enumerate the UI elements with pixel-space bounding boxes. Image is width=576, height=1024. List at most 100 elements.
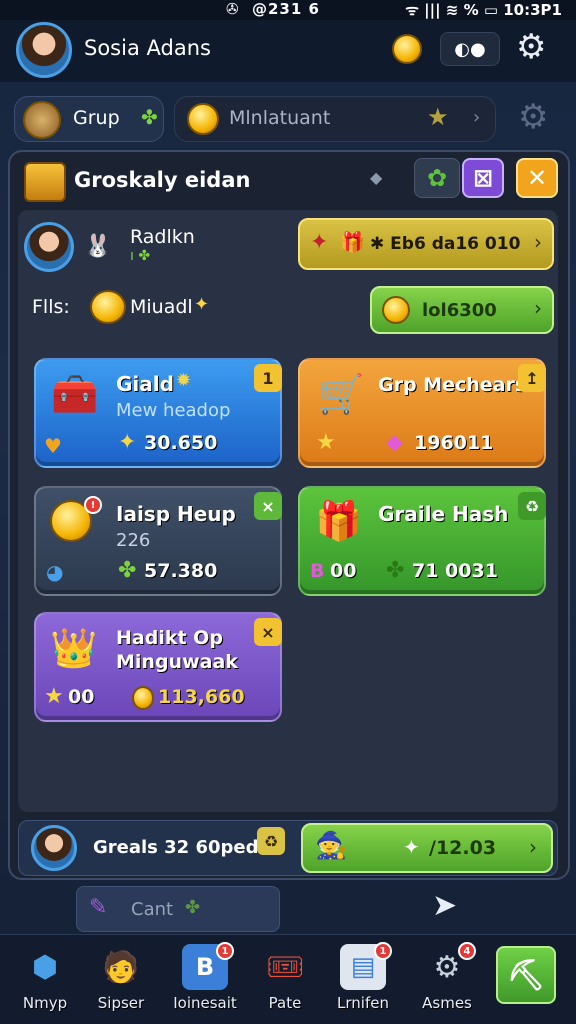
chevron-right-icon: › [473,107,481,128]
card-subtitle: Mew headop [116,400,231,421]
card-badge: ♻ [518,492,546,520]
card-badge: 1 [254,364,282,392]
treasure-chest-icon [24,162,66,202]
promo-label: Greals 32 60pedio [93,837,278,858]
wand-icon: ✎ [89,895,108,920]
chest-icon [23,101,61,139]
status-right-text: ᯤ ||| ≋ % ▭ 10:3P1 [405,1,562,19]
close-purple-button[interactable]: ⊠ [462,158,504,198]
coin-icon[interactable] [392,34,422,64]
card-value: 113,660 [158,686,245,708]
card-title: Hadikt Op Minguwaak [116,627,238,673]
nav-item-settings[interactable]: ⚙ 4 Asmes [406,940,488,1024]
nav-label: Nmyp [22,994,68,1012]
profile-name: Sosia Adans [84,36,211,60]
card-grp-mechears[interactable]: 🛒 Grp Mechears ★ ◆ 196011 ↥ [298,358,546,468]
nav-label: Ioinesait [173,994,237,1012]
chevron-right-icon: › [534,296,542,320]
clover-icon: ✤ [118,558,137,583]
player-name: Radlkn [130,226,195,248]
card-subtitle: 226 [116,530,151,551]
star-icon: ✦ [194,294,210,315]
fils-name: Miuadl [130,296,193,318]
card-value: 196011 [414,432,494,454]
player-avatar[interactable] [24,222,74,272]
secondary-gear-icon[interactable]: ⚙ [518,100,548,134]
reward-button[interactable]: ✦ 🎁 ✱ Eb6 da16 010 › [298,218,554,270]
ribbon-icon: ✦ [310,230,329,255]
chevron-right-icon: › [534,230,542,254]
medal-icon [187,103,219,135]
cant-button[interactable]: ✎ Cant ✤ [76,886,280,932]
gold-coin-icon [90,290,126,324]
nav-item-pate[interactable]: 🎟 Pate [244,940,326,1024]
profile-header: Sosia Adans ◐● ⚙ [0,20,576,82]
coin-icon [382,296,410,324]
card-hadikt-op[interactable]: 👑 Hadikt Op Minguwaak ★ 00 113,660 × [34,612,282,722]
cube-icon: ⬢ [31,949,59,985]
content-area: 🐰 Radlkn ı ✤ ✦ 🎁 ✱ Eb6 da16 010 › Flls: … [18,210,558,812]
star-icon: ★ [44,684,64,709]
settings-gear-icon[interactable]: ⚙ [516,30,546,64]
hero-icon: 🧑 [102,949,140,985]
arrow-right-icon[interactable]: ➤ [432,888,457,923]
clover-icon: ✤ [185,897,201,918]
card-badge: × [254,492,282,520]
gift-box-icon: 🎁 [340,230,365,254]
status-center-text: @231 6 [252,0,320,18]
nav-label: Lrnifen [337,994,389,1012]
card-giald[interactable]: 🧰 Giald ✹ Mew headop ♥ ✦ 30.650 1 [34,358,282,468]
status-bar: ✇ @231 6 ᯤ ||| ≋ % ▭ 10:3P1 [0,0,576,20]
main-panel: Groskaly eidan ◆ ✿ ⊠ ✕ 🐰 Radlkn ı ✤ ✦ 🎁 … [8,150,570,880]
card-badge: ↥ [518,364,546,392]
card-left-value: 00 [330,560,357,582]
gem-icon: B [310,560,325,582]
star-icon: ★ [316,430,336,455]
tab-mlnlatuant[interactable]: Mlnlatuant ★ › [174,96,496,142]
chevron-right-icon: › [529,835,537,859]
toggle-icon[interactable]: ◐● [440,32,500,66]
coin-icon [132,686,154,710]
tab-mlnlatuant-label: Mlnlatuant [229,107,331,129]
card-value: 30.650 [144,432,218,454]
star-icon: ★ [427,103,449,131]
nav-item-map[interactable]: ⬢ Nmyp [4,940,86,1024]
star-icon: ✹ [176,370,192,391]
coin-balance: lol6300 [422,300,497,321]
pet-icon: 🐰 [84,234,112,259]
tab-grup-label: Grup [73,107,120,129]
nav-label: Asmes [422,994,472,1012]
card-graile-hash[interactable]: 🎁 Graile Hash B 00 ✤ 71 0031 ♻ [298,486,546,596]
ticket-icon: 🎟 [265,949,305,985]
card-title: Iaisp Heup [116,502,236,526]
promo-value: /12.03 [429,837,497,859]
build-button[interactable]: ⛏ [496,946,556,1004]
leaf-icon: ı ✤ [130,248,151,264]
reward-text: ✱ Eb6 da16 010 [370,234,521,254]
promo-avatar [31,825,77,871]
notification-dot: 4 [458,942,476,960]
notification-dot: 1 [374,942,392,960]
star-icon: ✦ [118,430,137,455]
profile-avatar[interactable] [16,22,72,78]
gift-icon: 🎁 [315,498,363,543]
card-title: Giald [116,372,174,396]
promo-value-button[interactable]: 🧙 ✦ /12.03 › [301,823,553,873]
card-badge: × [254,618,282,646]
diamond-icon: ◆ [370,168,383,187]
compass-icon: ◕ [46,560,64,584]
nav-item-shop[interactable]: B 1 Ioinesait [164,940,246,1024]
nav-label: Sipser [97,994,145,1012]
character-icon: 🧙 [315,831,348,861]
promo-bar[interactable]: Greals 32 60pedio ♻ 🧙 ✦ /12.03 › [18,820,558,876]
gift-button[interactable]: ✿ [414,158,460,198]
close-button[interactable]: ✕ [516,158,558,198]
card-title: Graile Hash [378,502,509,526]
card-iaisp-heup[interactable]: ! Iaisp Heup 226 ◕ ✤ 57.380 × [34,486,282,596]
card-left-value: 00 [68,686,95,708]
nav-item-calendar[interactable]: ▤ 1 Lrnifen [322,940,404,1024]
nav-item-hero[interactable]: 🧑 Sipser [80,940,162,1024]
coin-balance-button[interactable]: lol6300 › [370,286,554,334]
tab-grup[interactable]: Grup ✤ [14,96,164,142]
chest-icon: 🧰 [51,371,99,416]
